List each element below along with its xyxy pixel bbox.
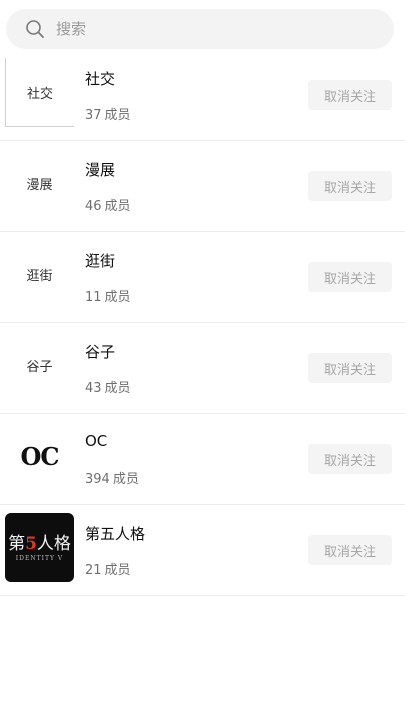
member-count-value: 21 <box>85 563 102 578</box>
group-name: 社交 <box>85 70 116 88</box>
group-name: OC <box>85 432 108 450</box>
search-input[interactable] <box>56 20 356 38</box>
search-bar[interactable] <box>6 9 394 49</box>
group-thumbnail: OC <box>5 422 74 491</box>
member-count-suffix: 成员 <box>104 290 131 305</box>
list-item[interactable]: 谷子 谷子 43 成员 取消关注 <box>0 323 405 414</box>
unfollow-button[interactable]: 取消关注 <box>308 262 392 292</box>
member-count-suffix: 成员 <box>104 199 131 214</box>
unfollow-button[interactable]: 取消关注 <box>308 535 392 565</box>
member-count-value: 11 <box>85 290 102 305</box>
group-name: 逛街 <box>85 252 116 270</box>
group-list: 社交 社交 37 成员 取消关注 漫展 漫展 46 成员 取消关注 逛街 逛街 11… <box>0 50 405 596</box>
group-name: 第五人格 <box>85 525 146 543</box>
list-item[interactable]: 漫展 漫展 46 成员 取消关注 <box>0 141 405 232</box>
group-thumbnail: 逛街 <box>5 240 74 309</box>
list-item[interactable]: 社交 社交 37 成员 取消关注 <box>0 50 405 141</box>
game-logo-title: 第5人格 <box>8 534 71 554</box>
member-count: 43 成员 <box>85 377 131 396</box>
thumbnail-label: OC <box>20 442 59 471</box>
game-logo-subtitle: IDENTITY V <box>15 554 64 562</box>
unfollow-button[interactable]: 取消关注 <box>308 171 392 201</box>
member-count: 37 成员 <box>85 104 131 123</box>
member-count-value: 37 <box>85 108 102 123</box>
member-count: 394 成员 <box>85 468 139 487</box>
list-item[interactable]: OC OC 394 成员 取消关注 <box>0 414 405 505</box>
member-count: 46 成员 <box>85 195 131 214</box>
member-count-value: 46 <box>85 199 102 214</box>
game-logo-number: 5 <box>25 533 37 554</box>
thumbnail-label: 漫展 <box>26 178 53 193</box>
member-count: 21 成员 <box>85 559 131 578</box>
group-thumbnail: 谷子 <box>5 331 74 400</box>
group-name: 谷子 <box>85 343 116 361</box>
member-count-value: 394 <box>85 472 110 487</box>
member-count-suffix: 成员 <box>104 381 131 396</box>
unfollow-button[interactable]: 取消关注 <box>308 80 392 110</box>
group-name: 漫展 <box>85 161 116 179</box>
member-count-suffix: 成员 <box>104 108 131 123</box>
group-thumbnail: 社交 <box>5 58 74 127</box>
member-count-suffix: 成员 <box>112 472 139 487</box>
group-thumbnail: 漫展 <box>5 149 74 218</box>
list-item[interactable]: 逛街 逛街 11 成员 取消关注 <box>0 232 405 323</box>
member-count: 11 成员 <box>85 286 131 305</box>
thumbnail-label: 社交 <box>26 86 53 102</box>
member-count-suffix: 成员 <box>104 563 131 578</box>
member-count-value: 43 <box>85 381 102 396</box>
search-icon <box>24 18 46 40</box>
thumbnail-label: 逛街 <box>26 269 53 284</box>
game-logo-part: 第 <box>8 533 26 554</box>
unfollow-button[interactable]: 取消关注 <box>308 353 392 383</box>
list-item[interactable]: 第5人格 IDENTITY V 第五人格 21 成员 取消关注 <box>0 505 405 596</box>
game-logo-part: 人格 <box>36 533 71 554</box>
thumbnail-label: 谷子 <box>26 360 53 375</box>
unfollow-button[interactable]: 取消关注 <box>308 444 392 474</box>
group-thumbnail: 第5人格 IDENTITY V <box>5 513 74 582</box>
